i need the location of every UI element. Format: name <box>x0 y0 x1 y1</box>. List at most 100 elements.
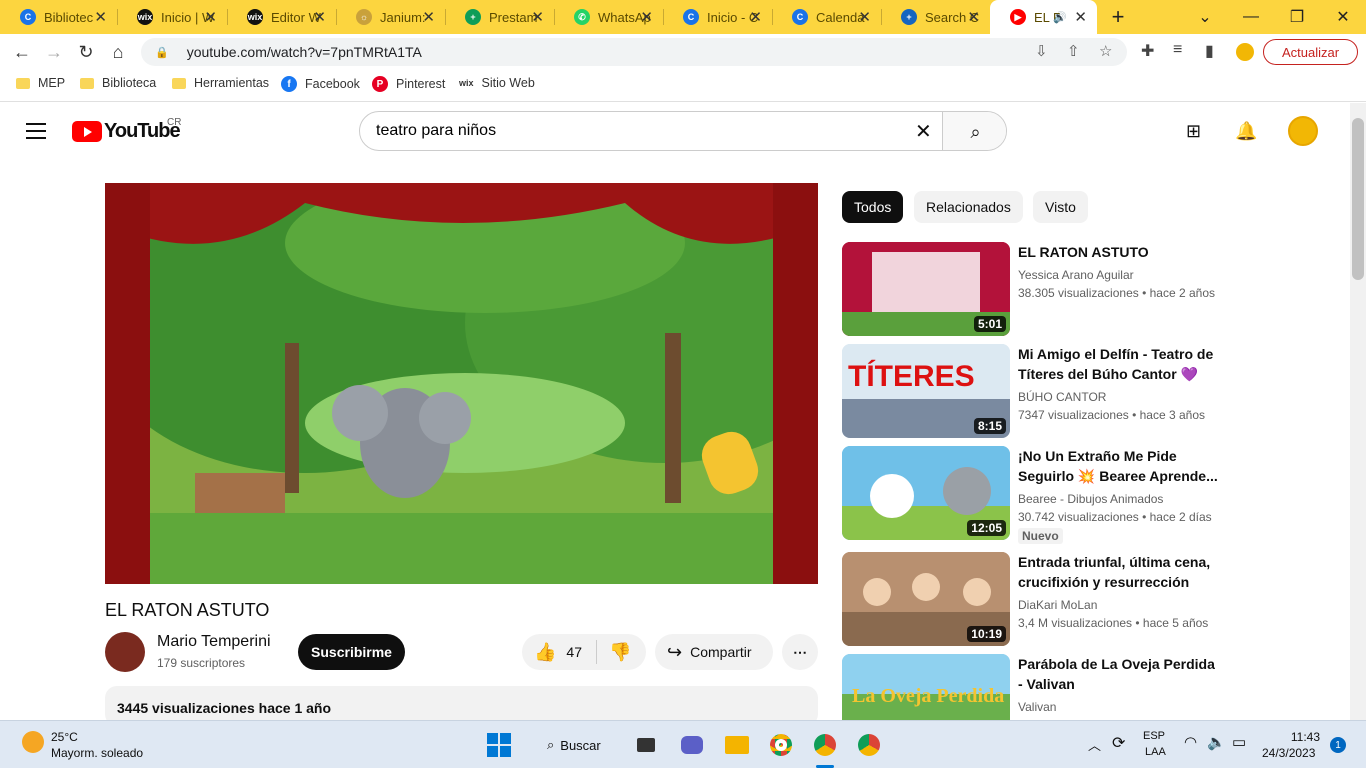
sync-icon[interactable]: ⟳ <box>1112 733 1125 753</box>
start-button[interactable] <box>484 730 514 760</box>
browser-tab[interactable]: wix Editor W ✕ <box>227 0 336 34</box>
chip-todos[interactable]: Todos <box>842 191 904 223</box>
dislike-icon[interactable]: 👎 <box>609 642 631 663</box>
chip-relacionados[interactable]: Relacionados <box>914 191 1023 223</box>
recommendation-item[interactable]: TÍTERES 8:15 Mi Amigo el Delfín - Teatro… <box>842 344 1222 438</box>
profile-avatar[interactable] <box>1236 43 1254 61</box>
new-tab-button[interactable]: + <box>1096 0 1140 34</box>
home-icon[interactable]: ⌂ <box>102 34 134 70</box>
maximize-button[interactable]: ❐ <box>1274 0 1320 34</box>
video-thumbnail[interactable]: 10:19 <box>842 552 1010 646</box>
subscribe-button[interactable]: Suscribirme <box>298 634 405 670</box>
bookmark-pinterest[interactable]: P Pinterest <box>372 76 445 92</box>
bookmark-star-icon[interactable]: ☆ <box>1099 42 1112 60</box>
close-tab-icon[interactable]: ✕ <box>313 8 326 26</box>
taskbar-search[interactable]: ⌕ Buscar <box>537 730 609 760</box>
clock-time[interactable]: 11:43 <box>1264 730 1320 744</box>
create-video-icon[interactable]: ⊞ <box>1186 121 1201 142</box>
close-tab-icon[interactable]: ✕ <box>204 8 217 26</box>
video-thumbnail[interactable]: TÍTERES 8:15 <box>842 344 1010 438</box>
like-icon[interactable]: 👍 <box>534 642 556 663</box>
clear-search-icon[interactable]: ✕ <box>915 119 932 144</box>
recommendation-item[interactable]: 12:05 ¡No Un Extraño Me Pide Seguirlo 💥 … <box>842 446 1222 544</box>
tab-search-button[interactable]: ⌄ <box>1182 0 1228 34</box>
volume-icon[interactable]: 🔈 <box>1207 733 1226 751</box>
chevron-up-icon[interactable]: ︿ <box>1088 735 1101 754</box>
browser-tab[interactable]: C Inicio - C ✕ <box>663 0 772 34</box>
install-icon[interactable]: ⇩ <box>1035 42 1048 60</box>
lock-icon[interactable]: 🔒 <box>155 46 169 59</box>
audio-playing-icon[interactable]: 🔊 <box>1053 11 1067 24</box>
video-thumbnail[interactable]: 12:05 <box>842 446 1010 540</box>
weather-desc[interactable]: Mayorm. soleado <box>51 746 143 760</box>
chip-visto[interactable]: Visto <box>1033 191 1088 223</box>
language-layout[interactable]: LAA <box>1145 746 1166 758</box>
weather-temp[interactable]: 25°C <box>51 730 78 744</box>
browser-tab[interactable]: C Bibliotec ✕ <box>0 0 117 34</box>
channel-avatar[interactable] <box>105 632 145 672</box>
task-view-icon[interactable] <box>631 730 661 760</box>
share-page-icon[interactable]: ⇧ <box>1067 42 1080 60</box>
video-thumbnail[interactable]: 5:01 <box>842 242 1010 336</box>
browser-tab[interactable]: wix Inicio | W ✕ <box>117 0 227 34</box>
bookmark-mep[interactable]: MEP <box>16 76 65 90</box>
bookmarks-bar: MEP Biblioteca Herramientas f Facebook PP… <box>0 70 1366 102</box>
description-box[interactable]: 3445 visualizaciones hace 1 año <box>105 686 818 720</box>
browser-tab[interactable]: 🔊 ▶ EL R ✕ <box>990 0 1097 34</box>
channel-name[interactable]: Mario Temperini <box>157 633 271 651</box>
bookmark-herramientas[interactable]: Herramientas <box>172 76 269 90</box>
media-control-icon[interactable]: ≡ <box>1173 41 1182 59</box>
recommendation-item[interactable]: La Oveja Perdida Parábola de La Oveja Pe… <box>842 654 1222 720</box>
video-player[interactable] <box>105 183 818 584</box>
more-actions-button[interactable]: ⋯ <box>782 634 818 670</box>
search-button[interactable]: ⌕ <box>942 112 1006 150</box>
search-input[interactable] <box>360 112 920 150</box>
side-panel-icon[interactable]: ▮ <box>1205 41 1214 61</box>
close-tab-icon[interactable]: ✕ <box>967 8 980 26</box>
browser-tab[interactable]: ✆ WhatsAp ✕ <box>554 0 663 34</box>
youtube-logo[interactable]: YouTube CR <box>72 117 181 143</box>
language-code[interactable]: ESP <box>1143 730 1165 742</box>
close-tab-icon[interactable]: ✕ <box>531 8 544 26</box>
file-explorer-icon[interactable] <box>722 730 752 760</box>
back-arrow-icon[interactable]: ← <box>6 34 38 70</box>
forward-arrow-icon[interactable]: → <box>38 34 70 70</box>
close-window-button[interactable]: ✕ <box>1320 0 1366 34</box>
close-tab-icon[interactable]: ✕ <box>1074 8 1087 26</box>
browser-tab[interactable]: + Search C ✕ <box>881 0 990 34</box>
extensions-icon[interactable]: ✚ <box>1141 41 1154 61</box>
minimize-button[interactable]: — <box>1228 0 1274 34</box>
like-count[interactable]: 47 <box>566 644 582 660</box>
weather-sun-icon[interactable] <box>22 731 44 753</box>
update-button[interactable]: Actualizar <box>1263 39 1358 65</box>
chrome-icon[interactable] <box>766 730 796 760</box>
close-tab-icon[interactable]: ✕ <box>94 8 107 26</box>
close-tab-icon[interactable]: ✕ <box>858 8 871 26</box>
browser-tab[interactable]: + Prestam ✕ <box>445 0 554 34</box>
teams-chat-icon[interactable] <box>677 730 707 760</box>
browser-tab[interactable]: ☼ Janium: ✕ <box>336 0 445 34</box>
chrome-profile-2-icon[interactable] <box>854 730 884 760</box>
battery-icon[interactable]: ▭ <box>1232 733 1246 751</box>
notifications-bell-icon[interactable]: 🔔 <box>1235 121 1257 142</box>
close-tab-icon[interactable]: ✕ <box>422 8 435 26</box>
bookmark-facebook[interactable]: f Facebook <box>281 76 360 92</box>
notification-badge[interactable]: 1 <box>1330 737 1346 753</box>
wifi-icon[interactable]: ◠ <box>1184 733 1197 751</box>
browser-tab[interactable]: C Calenda ✕ <box>772 0 881 34</box>
reload-icon[interactable]: ↻ <box>70 34 102 70</box>
bookmark-sitio-web[interactable]: wix Sitio Web <box>459 76 535 90</box>
share-button[interactable]: ↪ Compartir <box>655 634 773 670</box>
close-tab-icon[interactable]: ✕ <box>749 8 762 26</box>
recommendation-item[interactable]: 10:19 Entrada triunfal, última cena, cru… <box>842 552 1222 646</box>
chrome-profile-icon[interactable] <box>810 730 840 760</box>
clock-date[interactable]: 24/3/2023 <box>1262 746 1315 760</box>
close-tab-icon[interactable]: ✕ <box>640 8 653 26</box>
account-avatar[interactable] <box>1288 116 1318 146</box>
bookmark-biblioteca[interactable]: Biblioteca <box>80 76 156 90</box>
video-thumbnail[interactable]: La Oveja Perdida <box>842 654 1010 720</box>
recommendation-item[interactable]: 5:01 EL RATON ASTUTO Yessica Arano Aguil… <box>842 242 1222 336</box>
address-bar[interactable]: 🔒 youtube.com/watch?v=7pnTMRtA1TA ⇩ ⇧ ☆ <box>141 38 1127 66</box>
scrollbar-thumb[interactable] <box>1352 118 1364 280</box>
menu-icon[interactable] <box>26 123 46 144</box>
